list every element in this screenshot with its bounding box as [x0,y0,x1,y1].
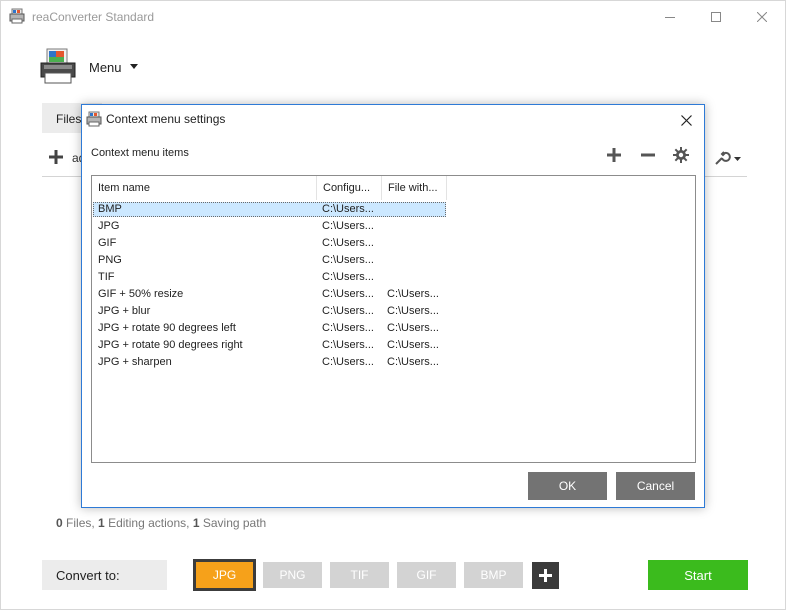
saving-link[interactable]: Saving path [203,516,266,530]
list-item[interactable]: PNG C:\Users... [92,253,695,270]
status-summary: 0 Files, 1 Editing actions, 1 Saving pat… [56,516,266,530]
item-name: TIF [98,271,115,283]
tools-menu-button[interactable] [713,149,743,167]
format-tif-button[interactable]: TIF [330,562,389,588]
plus-icon [607,148,621,162]
dialog-close-button[interactable] [676,110,696,130]
list-item[interactable]: JPG + blur C:\Users... C:\Users... [92,304,695,321]
maximize-icon [711,11,721,22]
item-config: C:\Users... [322,339,374,351]
list-item[interactable]: JPG + rotate 90 degrees right C:\Users..… [92,338,695,355]
format-bmp-button[interactable]: BMP [464,562,523,588]
editing-link[interactable]: Editing actions, [108,516,189,530]
item-file: C:\Users... [387,322,439,334]
list-item[interactable]: GIF + 50% resize C:\Users... C:\Users... [92,287,695,304]
minus-icon [641,153,655,157]
item-file: C:\Users... [387,288,439,300]
context-menu-items-list[interactable]: Item name Configu... File with... BMP C:… [91,175,696,463]
add-item-button[interactable] [604,145,624,165]
column-header-file-with[interactable]: File with... [382,176,447,200]
item-settings-button[interactable] [671,145,691,165]
column-header-configuration[interactable]: Configu... [317,176,382,200]
gear-icon [673,147,689,163]
item-config: C:\Users... [322,254,374,266]
item-name: BMP [98,203,122,215]
convert-to-panel: Convert to: [42,560,167,590]
close-icon [757,11,767,22]
dialog-title: Context menu settings [106,112,226,126]
files-label: Files, [66,516,95,530]
item-name: JPG + rotate 90 degrees left [98,322,236,334]
cancel-button[interactable]: Cancel [616,472,695,500]
wrench-icon [715,151,741,165]
list-item[interactable]: TIF C:\Users... [92,270,695,287]
add-format-button[interactable] [532,562,559,589]
files-count: 0 [56,516,63,530]
list-item[interactable]: GIF C:\Users... [92,236,695,253]
selection-highlight [93,202,446,217]
format-png-button[interactable]: PNG [263,562,322,588]
title-bar[interactable]: reaConverter Standard [1,1,785,32]
plus-icon [49,150,63,164]
window-title: reaConverter Standard [32,10,155,24]
tab-files-label: Files [56,112,82,126]
printer-app-icon [86,111,102,127]
item-config: C:\Users... [322,356,374,368]
item-name: JPG [98,220,120,232]
list-item[interactable]: JPG + rotate 90 degrees left C:\Users...… [92,321,695,338]
context-menu-items-label: Context menu items [91,147,189,159]
list-item[interactable]: JPG C:\Users... [92,219,695,236]
item-name: PNG [98,254,122,266]
maximize-button[interactable] [693,1,739,32]
item-name: JPG + blur [98,305,151,317]
context-menu-settings-dialog: Context menu settings Context menu items [81,104,705,508]
item-config: C:\Users... [322,271,374,283]
item-file: C:\Users... [387,339,439,351]
format-jpg-button[interactable]: JPG [193,559,256,591]
convert-to-label: Convert to: [56,568,120,583]
ok-button[interactable]: OK [528,472,607,500]
item-config: C:\Users... [322,288,374,300]
item-config: C:\Users... [322,237,374,249]
start-button[interactable]: Start [648,560,748,590]
item-name: JPG + sharpen [98,356,172,368]
saving-count: 1 [192,516,200,530]
menu-label[interactable]: Menu [89,60,122,75]
item-config: C:\Users... [322,305,374,317]
list-header: Item name Configu... File with... [92,176,695,200]
list-item[interactable]: BMP C:\Users... [92,202,695,219]
item-config: C:\Users... [322,220,374,232]
editing-count: 1 [98,516,105,530]
item-file: C:\Users... [387,305,439,317]
item-config: C:\Users... [322,322,374,334]
app-logo-icon [40,48,76,84]
item-name: GIF [98,237,117,249]
remove-item-button[interactable] [638,145,658,165]
chevron-down-icon [130,64,138,69]
item-config: C:\Users... [322,203,374,215]
format-gif-button[interactable]: GIF [397,562,456,588]
printer-app-icon [9,8,25,24]
close-icon [680,114,692,126]
minimize-icon [665,16,675,18]
close-window-button[interactable] [739,1,785,32]
column-header-item-name[interactable]: Item name [92,176,317,200]
item-name: JPG + rotate 90 degrees right [98,339,243,351]
minimize-button[interactable] [647,1,693,32]
item-file: C:\Users... [387,356,439,368]
plus-icon [539,569,552,582]
item-name: GIF + 50% resize [98,288,184,300]
list-item[interactable]: JPG + sharpen C:\Users... C:\Users... [92,355,695,372]
